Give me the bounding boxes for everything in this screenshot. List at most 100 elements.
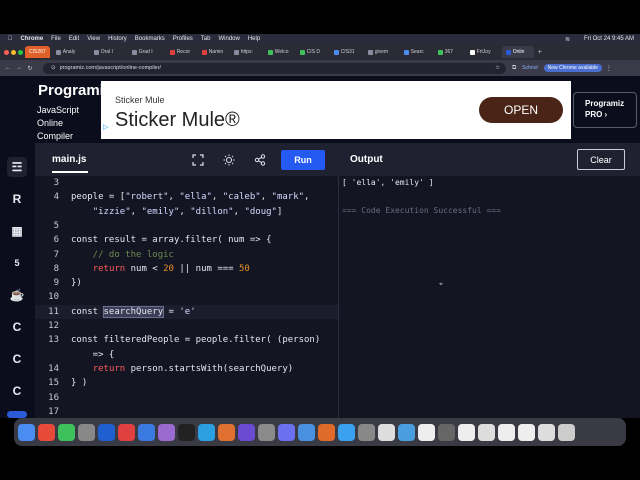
dock-app-icon[interactable] [458,423,475,441]
extensions-icon[interactable]: ⧉ [512,65,516,72]
menu-bookmarks[interactable]: Bookmarks [135,36,165,42]
forward-arrow-icon[interactable]: → [16,65,22,71]
back-arrow-icon[interactable]: ← [5,65,11,71]
browser-tab[interactable]: https: [230,46,262,58]
dock-app-icon[interactable] [78,423,95,441]
code-line[interactable]: 10 [35,290,338,304]
reload-icon[interactable]: ↻ [27,65,33,72]
html-icon[interactable]: 5 [7,253,27,273]
browser-tab[interactable]: Namin [198,46,228,58]
browser-tab[interactable]: givem [364,46,398,58]
share-icon[interactable] [251,151,269,169]
menu-file[interactable]: File [51,36,61,42]
dock-app-icon[interactable] [158,423,175,441]
java-icon[interactable]: ☕ [7,285,27,305]
dock-app-icon[interactable] [98,423,115,441]
browser-tab[interactable]: CIS31 [330,46,362,58]
browser-tab[interactable]: FrtJoy [466,46,500,58]
code-line[interactable]: 12 [35,319,338,333]
code-line[interactable]: 14 return person.startsWith(searchQuery) [35,362,338,376]
csharp-icon[interactable]: C [7,381,27,401]
more-menu-icon[interactable]: ⋮ [606,65,612,72]
ad-open-button[interactable]: OPEN [479,97,563,123]
site-info-icon[interactable]: ⊙ [51,65,56,71]
dock-app-icon[interactable] [138,423,155,441]
url-field[interactable]: ⊙ programiz.com/javascript/online-compil… [43,62,506,74]
r-icon[interactable]: R [7,189,27,209]
dock-app-icon[interactable] [58,423,75,441]
code-line[interactable]: 5 [35,219,338,233]
bookmark-star-icon[interactable]: ☆ [495,65,500,71]
menu-history[interactable]: History [108,36,127,42]
dock-app-icon[interactable] [218,423,235,441]
theme-toggle-sun-icon[interactable] [220,151,238,169]
code-line[interactable]: 13 const filteredPeople = people.filter( … [35,333,338,347]
browser-tab[interactable]: Welco [264,46,294,58]
dock-app-icon[interactable] [498,423,515,441]
code-line[interactable]: 11 const searchQuery = 'e' [35,304,338,319]
dock-app-icon[interactable] [18,423,35,441]
minimize-window-button[interactable] [11,49,16,55]
code-editor[interactable]: 3 4 people = ["robert", "ella", "caleb", "… [35,176,338,418]
cpp-icon[interactable]: C [7,349,27,369]
close-window-button[interactable] [4,49,9,55]
browser-tab-active[interactable]: Onlin [501,46,534,58]
code-line[interactable]: "izzie", "emily", "dillon", "doug"] [35,205,338,219]
profile-school[interactable]: School [522,65,537,71]
browser-tab[interactable]: Searc [400,46,432,58]
dock-app-icon[interactable] [558,423,575,441]
python-icon[interactable]: ☲ [7,157,27,177]
menu-edit[interactable]: Edit [69,36,79,42]
code-line[interactable]: 4 people = ["robert", "ella", "caleb", "m… [35,190,338,204]
dock-app-icon[interactable] [38,423,55,441]
dock-app-icon[interactable] [418,423,435,441]
browser-tab[interactable]: Grad I [128,46,164,58]
dock-app-icon[interactable] [318,423,335,441]
dock-app-icon[interactable] [118,423,135,441]
chrome-update-button[interactable]: New Chrome available [543,64,602,72]
browser-tab[interactable]: 367 [434,46,464,58]
dock-app-icon[interactable] [298,423,315,441]
menu-view[interactable]: View [87,36,100,42]
browser-tab[interactable]: Recor [166,46,196,58]
programiz-pro-button[interactable]: Programiz PRO › [573,92,637,128]
code-line[interactable]: 3 [35,176,338,190]
code-line[interactable]: 8 return num < 20 || num === 50 [35,262,338,276]
file-tab-main-js[interactable]: main.js [52,154,89,173]
dock-app-icon[interactable] [398,423,415,441]
dock-app-icon[interactable] [358,423,375,441]
dock-app-icon[interactable] [438,423,455,441]
output-panel[interactable]: [ 'ella', 'emily' ] === Code Execution S… [338,176,640,418]
c-icon[interactable]: C [7,317,27,337]
ad-banner[interactable]: Sticker Mule Sticker Mule® OPEN ▷ [101,81,571,139]
menubar-datetime[interactable]: Fri Oct 24 9:45 AM [584,36,634,43]
browser-tab[interactable]: Oral I [90,46,126,58]
menu-help[interactable]: Help [248,36,260,42]
adchoices-icon[interactable]: ▷ [103,123,108,131]
dock-app-icon[interactable] [278,423,295,441]
run-button[interactable]: Run [281,150,325,170]
apple-icon[interactable]:  [8,36,13,42]
code-line[interactable]: 6 const result = array.filter( num => { [35,233,338,247]
code-line[interactable]: 7 // do the logic [35,248,338,262]
menu-tab[interactable]: Tab [201,36,211,42]
clear-button[interactable]: Clear [577,149,625,170]
dock-app-icon[interactable] [238,423,255,441]
dock-app-icon[interactable] [518,423,535,441]
zoom-window-button[interactable] [18,49,23,55]
browser-tab[interactable]: CIS D [296,46,328,58]
menu-profiles[interactable]: Profiles [173,36,193,42]
sql-icon[interactable]: ▦ [7,221,27,241]
js-icon[interactable] [7,411,27,418]
dock-app-icon[interactable] [198,423,215,441]
wifi-icon[interactable]: ≋ [565,36,570,43]
code-line[interactable]: => { [35,348,338,362]
new-tab-button[interactable]: + [538,49,542,56]
code-line[interactable]: 9}) [35,276,338,290]
code-line[interactable]: 17 [35,405,338,418]
dock-app-icon[interactable] [178,423,195,441]
code-line[interactable]: 16 [35,391,338,405]
code-line[interactable]: 15} ) [35,376,338,390]
menu-window[interactable]: Window [218,36,239,42]
dock-app-icon[interactable] [378,423,395,441]
